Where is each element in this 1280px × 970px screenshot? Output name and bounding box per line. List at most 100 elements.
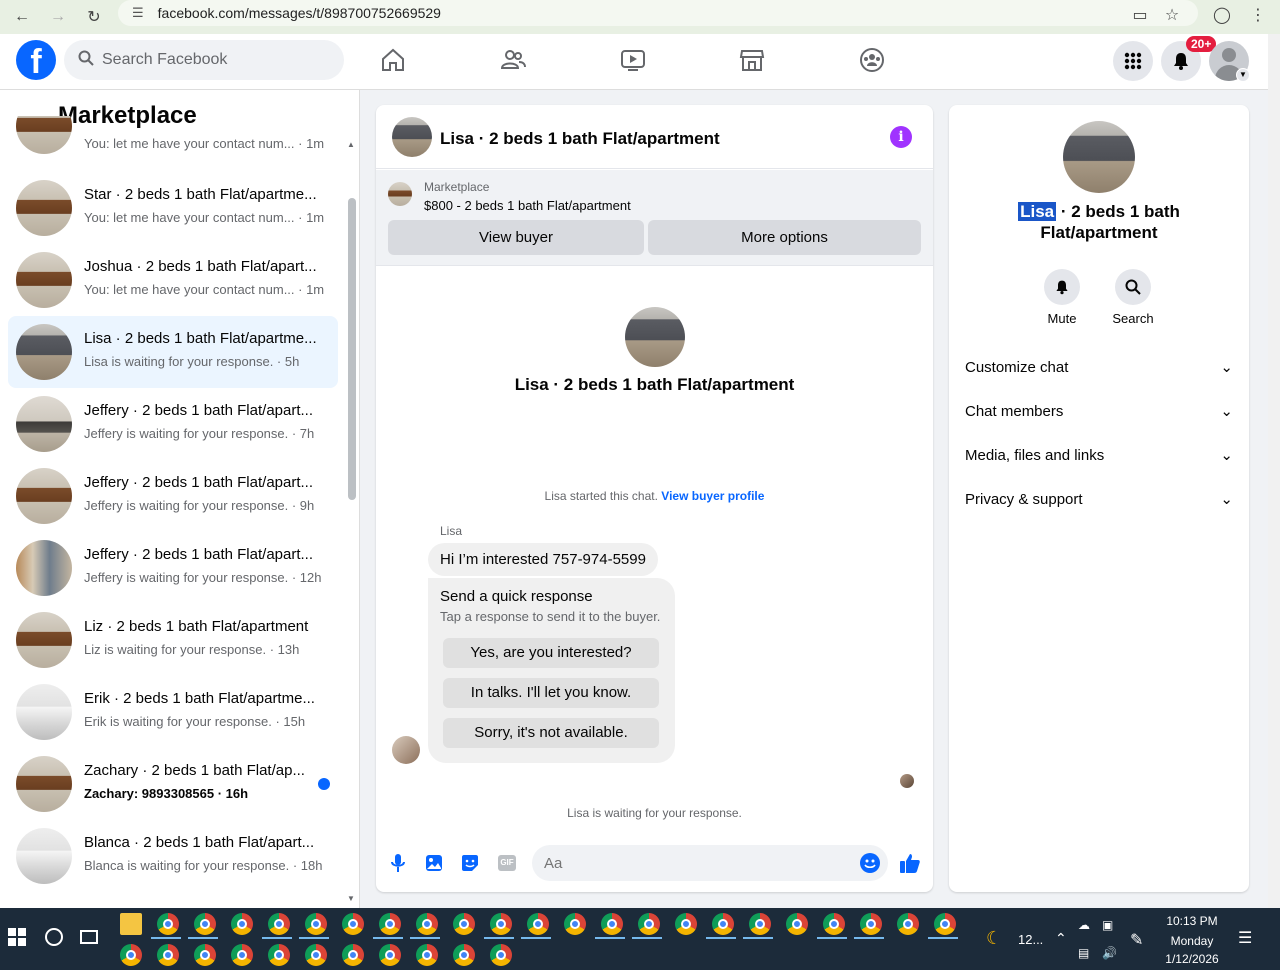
forward-icon[interactable]: →: [40, 0, 76, 34]
emoji-icon[interactable]: [860, 853, 880, 873]
list-item-partial[interactable]: You: let me have your contact num... · 1…: [8, 116, 338, 162]
quick-reply-button[interactable]: Yes, are you interested?: [443, 638, 659, 668]
chat-members-section[interactable]: Chat members ⌄: [949, 389, 1249, 433]
sender-avatar[interactable]: [392, 736, 420, 764]
media-files-links-section[interactable]: Media, files and links ⌄: [949, 433, 1249, 477]
install-icon[interactable]: ▭: [1125, 0, 1155, 30]
chrome-icon[interactable]: [416, 944, 438, 966]
pen-icon[interactable]: ✎: [1130, 930, 1143, 950]
list-item[interactable]: Lisa · 2 beds 1 bath Flat/apartme... Lisa…: [8, 316, 338, 388]
chrome-icon[interactable]: [786, 913, 808, 935]
bookmark-star-icon[interactable]: ☆: [1157, 0, 1187, 30]
list-item[interactable]: Star · 2 beds 1 bath Flat/apartme... You:…: [8, 172, 338, 244]
list-item[interactable]: Erik · 2 beds 1 bath Flat/apartme... Erik…: [8, 676, 338, 748]
chrome-icon[interactable]: [268, 944, 290, 966]
search-conversation-button[interactable]: Search: [1098, 269, 1168, 326]
view-buyer-button[interactable]: View buyer: [388, 220, 644, 255]
list-item[interactable]: Joshua · 2 beds 1 bath Flat/apart... You:…: [8, 244, 338, 316]
list-item[interactable]: Blanca · 2 beds 1 bath Flat/apart... Blan…: [8, 820, 338, 892]
mute-button[interactable]: Mute: [1027, 269, 1097, 326]
weather-text[interactable]: 12...: [1018, 932, 1043, 947]
view-buyer-profile-link[interactable]: View buyer profile: [661, 489, 764, 503]
list-item[interactable]: Zachary · 2 beds 1 bath Flat/ap... Zachar…: [8, 748, 338, 820]
reload-icon[interactable]: ↻: [76, 0, 112, 34]
privacy-support-section[interactable]: Privacy & support ⌄: [949, 477, 1249, 521]
clock-time[interactable]: 10:13 PM: [1160, 914, 1224, 928]
list-item[interactable]: Liz · 2 beds 1 bath Flat/apartment Liz is…: [8, 604, 338, 676]
chrome-icon[interactable]: [157, 944, 179, 966]
chrome-icon[interactable]: [268, 913, 290, 935]
chat-title[interactable]: Lisa · 2 beds 1 bath Flat/apartment: [440, 129, 720, 149]
page-scrollbar[interactable]: [1268, 34, 1280, 908]
list-item[interactable]: Jeffery · 2 beds 1 bath Flat/apart... Jef…: [8, 388, 338, 460]
address-bar[interactable]: ☰ facebook.com/messages/t/89870075266952…: [118, 0, 1198, 26]
tray-chevron-icon[interactable]: ⌃: [1055, 930, 1067, 947]
list-item[interactable]: Jeffery · 2 beds 1 bath Flat/apart... Jef…: [8, 460, 338, 532]
info-icon[interactable]: i: [890, 126, 912, 148]
friends-icon[interactable]: [499, 46, 527, 74]
search-circle-icon[interactable]: [45, 928, 63, 946]
chrome-icon[interactable]: [379, 913, 401, 935]
home-icon[interactable]: [379, 46, 407, 74]
chrome-icon[interactable]: [416, 913, 438, 935]
meet-icon[interactable]: ▣: [1102, 918, 1113, 932]
search-facebook-input[interactable]: Search Facebook: [64, 40, 344, 80]
chrome-icon[interactable]: [379, 944, 401, 966]
sidebar-scrollbar[interactable]: [348, 198, 356, 500]
chrome-icon[interactable]: [453, 944, 475, 966]
scroll-up-icon[interactable]: ▲: [347, 140, 355, 149]
chrome-icon[interactable]: [305, 944, 327, 966]
message-input[interactable]: [532, 845, 888, 881]
message-bubble[interactable]: Hi I’m interested 757-974-5599: [428, 543, 658, 576]
chat-thumbnail[interactable]: [392, 117, 432, 157]
clock-day[interactable]: Monday: [1160, 934, 1224, 948]
customize-chat-section[interactable]: Customize chat ⌄: [949, 345, 1249, 389]
marketplace-icon[interactable]: [738, 46, 766, 74]
chrome-icon[interactable]: [194, 944, 216, 966]
volume-icon[interactable]: 🔊: [1102, 946, 1117, 960]
browser-menu-icon[interactable]: ⋮: [1243, 0, 1273, 30]
chrome-icon[interactable]: [527, 913, 549, 935]
chrome-icon[interactable]: [157, 913, 179, 935]
quick-reply-button[interactable]: In talks. I'll let you know.: [443, 678, 659, 708]
groups-icon[interactable]: [858, 46, 886, 74]
facebook-logo-icon[interactable]: f: [16, 40, 56, 81]
chrome-icon[interactable]: [231, 913, 253, 935]
task-view-icon[interactable]: [80, 930, 98, 944]
chrome-icon[interactable]: [638, 913, 660, 935]
microphone-icon[interactable]: [386, 851, 410, 875]
gif-icon[interactable]: GIF: [498, 855, 516, 871]
network-icon[interactable]: ▤: [1078, 946, 1089, 960]
chrome-icon[interactable]: [342, 913, 364, 935]
file-explorer-icon[interactable]: [120, 913, 142, 935]
chrome-icon[interactable]: [601, 913, 623, 935]
windows-start-icon[interactable]: [8, 928, 26, 951]
scroll-down-icon[interactable]: ▼: [347, 894, 355, 903]
profile-icon[interactable]: ◯: [1207, 0, 1237, 30]
thumbs-up-icon[interactable]: [898, 851, 922, 875]
chrome-icon[interactable]: [231, 944, 253, 966]
chrome-icon[interactable]: [934, 913, 956, 935]
back-icon[interactable]: ←: [4, 0, 40, 34]
sticker-icon[interactable]: [458, 851, 482, 875]
more-options-button[interactable]: More options: [648, 220, 921, 255]
chrome-icon[interactable]: [675, 913, 697, 935]
photo-icon[interactable]: [422, 851, 446, 875]
chrome-icon[interactable]: [120, 944, 142, 966]
chrome-icon[interactable]: [490, 913, 512, 935]
clock-date[interactable]: 1/12/2026: [1160, 952, 1224, 966]
chrome-icon[interactable]: [305, 913, 327, 935]
chrome-icon[interactable]: [453, 913, 475, 935]
list-item[interactable]: Jeffery · 2 beds 1 bath Flat/apart... Jef…: [8, 532, 338, 604]
quick-reply-button[interactable]: Sorry, it's not available.: [443, 718, 659, 748]
chrome-icon[interactable]: [342, 944, 364, 966]
notification-center-icon[interactable]: ☰: [1238, 928, 1252, 948]
chrome-icon[interactable]: [712, 913, 734, 935]
chrome-icon[interactable]: [564, 913, 586, 935]
menu-grid-icon[interactable]: [1113, 41, 1153, 81]
site-settings-icon[interactable]: ☰: [132, 5, 144, 21]
cloud-icon[interactable]: ☁: [1078, 918, 1090, 932]
chrome-icon[interactable]: [823, 913, 845, 935]
chrome-icon[interactable]: [897, 913, 919, 935]
chrome-icon[interactable]: [749, 913, 771, 935]
